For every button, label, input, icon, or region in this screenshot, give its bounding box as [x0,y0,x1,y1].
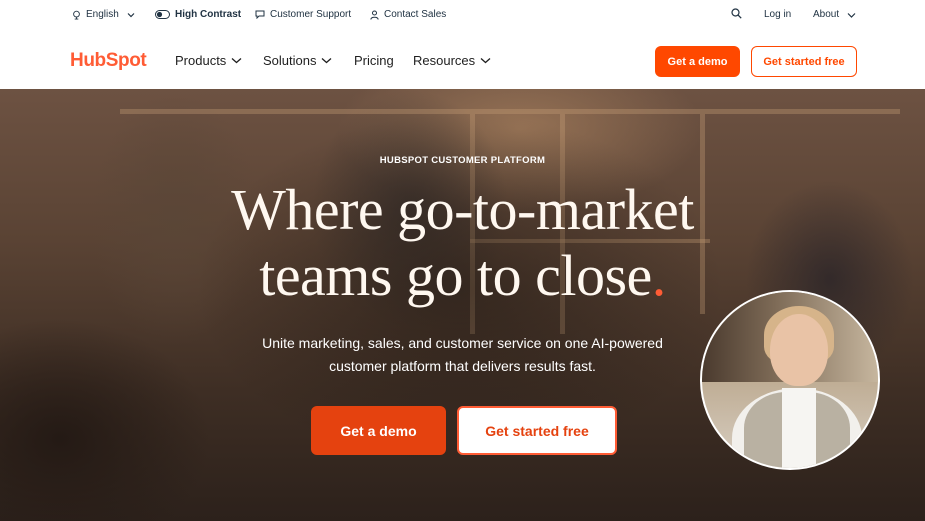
person-face [770,314,828,386]
chevron-down-icon [480,58,491,64]
nav-pricing-label: Pricing [354,53,394,68]
language-selector[interactable]: English [72,9,135,20]
contact-sales-link[interactable]: Contact Sales [370,9,446,20]
login-link[interactable]: Log in [764,9,791,20]
utility-bar: English High Contrast Customer Support C… [0,0,925,30]
headline-line-2-text: teams go to close [259,243,652,308]
person-icon [370,10,379,20]
person-collar [782,388,816,468]
logo-text: HubSpot [70,50,147,71]
nav-solutions[interactable]: Solutions [263,53,332,68]
language-label: English [86,9,119,20]
toggle-icon [155,10,170,19]
nav-pricing[interactable]: Pricing [354,53,394,68]
video-avatar [700,290,880,470]
headline-accent-dot: . [651,243,667,308]
about-label: About [813,9,840,20]
get-started-free-button[interactable]: Get started free [751,46,857,77]
hero-get-demo-button[interactable]: Get a demo [311,406,446,455]
customer-support-link[interactable]: Customer Support [255,9,351,20]
chevron-down-icon [127,12,135,17]
contact-sales-label: Contact Sales [384,9,447,20]
get-demo-button[interactable]: Get a demo [655,46,740,77]
nav-solutions-label: Solutions [263,53,317,68]
hero-section: HUBSPOT CUSTOMER PLATFORM Where go-to-ma… [0,89,925,521]
hero-eyebrow: HUBSPOT CUSTOMER PLATFORM [379,155,546,166]
globe-icon [73,10,80,19]
nav-products[interactable]: Products [175,53,242,68]
chevron-down-icon [231,58,242,64]
hero-get-started-free-button[interactable]: Get started free [457,406,617,455]
high-contrast-toggle[interactable]: High Contrast [155,9,241,20]
nav-products-label: Products [175,53,227,68]
chevron-down-icon [322,58,332,64]
search-button[interactable] [731,8,742,19]
chat-bubble-icon [255,10,265,19]
login-label: Log in [764,9,792,20]
headline-line-1: Where go-to-market [231,177,694,242]
nav-resources-label: Resources [413,53,476,68]
high-contrast-label: High Contrast [175,9,242,20]
main-nav: HubSpot Products Solutions Pricing Resou… [0,30,925,89]
nav-resources[interactable]: Resources [413,53,491,68]
search-icon [731,8,742,19]
chevron-down-icon [847,12,856,18]
customer-support-label: Customer Support [270,9,352,20]
hubspot-logo[interactable]: HubSpot [70,50,147,72]
about-menu[interactable]: About [813,9,856,20]
